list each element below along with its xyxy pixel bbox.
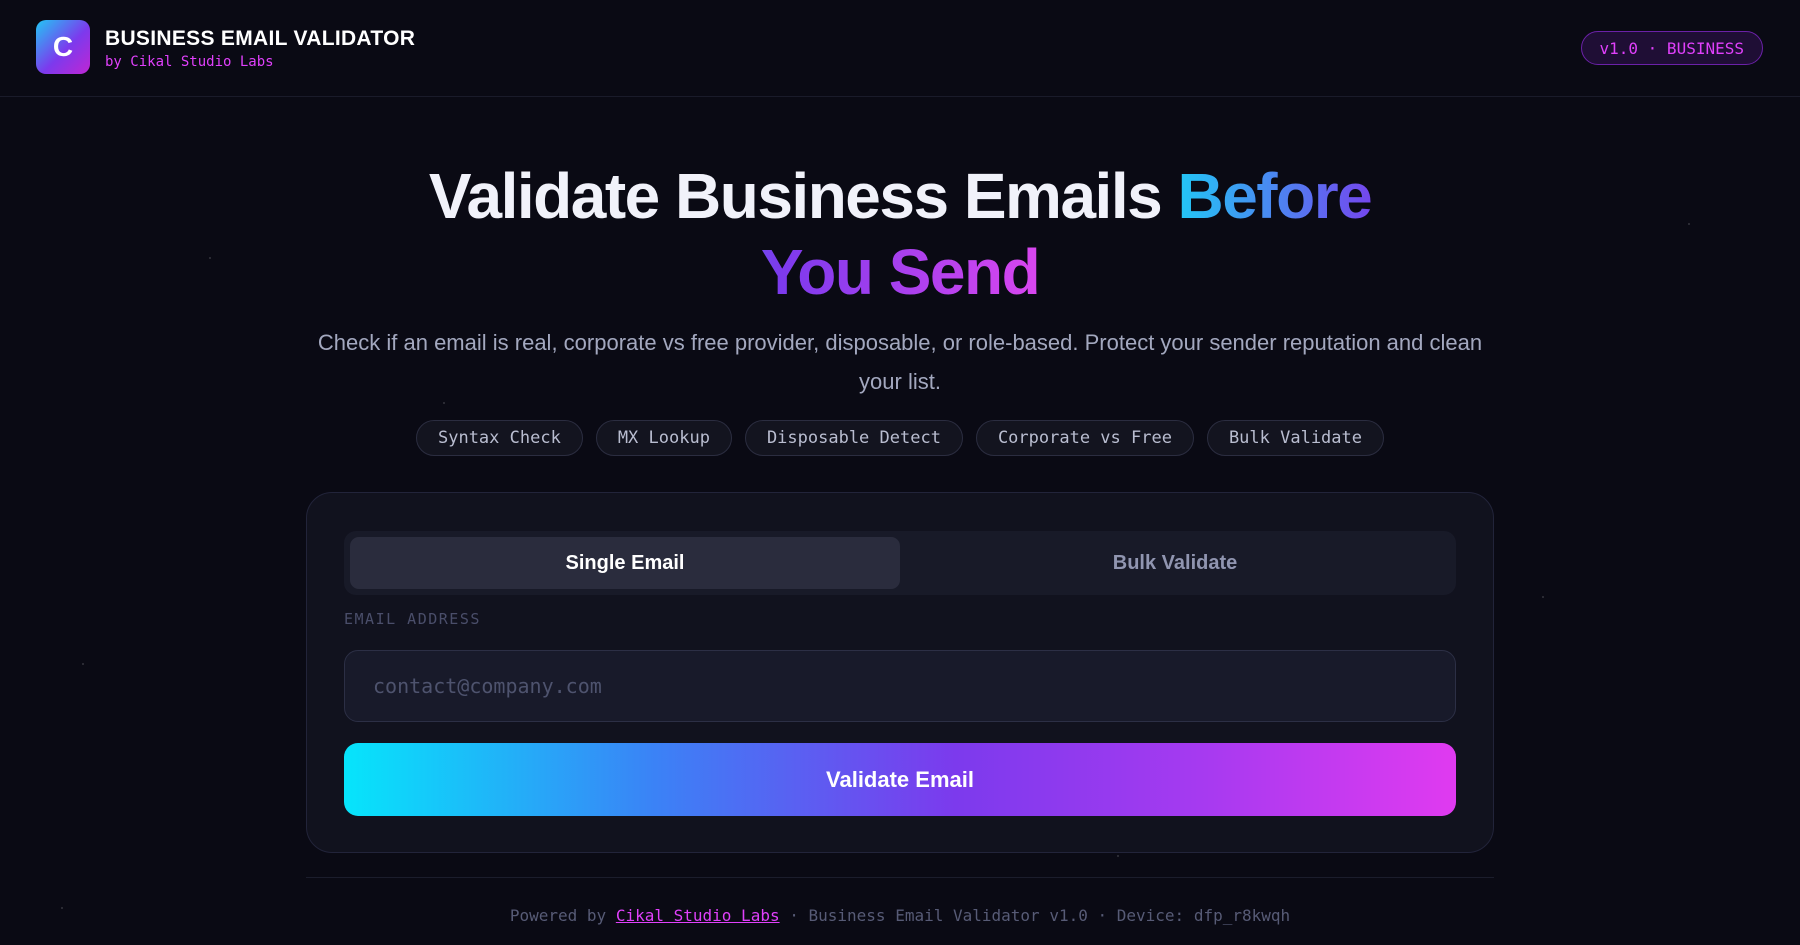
hero-title: Validate Business Emails Before You Send [0,158,1800,310]
feature-chip: Bulk Validate [1206,420,1384,456]
feature-chip: Disposable Detect [744,420,963,456]
tab-single-email[interactable]: Single Email [350,537,900,589]
footer-studio-link[interactable]: Cikal Studio Labs [616,906,780,925]
footer-divider [306,877,1494,878]
footer-suffix: · Business Email Validator v1.0 · Device… [789,906,1291,925]
brand-logo-icon[interactable]: C [36,20,90,74]
footer-prefix: Powered by [509,906,607,925]
feature-chip: Syntax Check [415,420,583,456]
feature-chip: MX Lookup [595,420,732,456]
hero-title-plain: Validate Business Emails [428,160,1163,232]
feature-chips: Syntax Check MX Lookup Disposable Detect… [0,420,1800,456]
email-field-label: EMAIL ADDRESS [344,610,481,628]
validate-email-button[interactable]: Validate Email [344,743,1456,816]
mode-tabs: Single Email Bulk Validate [344,531,1456,595]
validator-card: Single Email Bulk Validate EMAIL ADDRESS… [306,492,1494,853]
app-subtitle: by Cikal Studio Labs [105,54,274,70]
logo-letter: C [52,31,74,62]
email-field[interactable] [344,650,1456,722]
tab-bulk-validate[interactable]: Bulk Validate [900,537,1450,589]
app-title: BUSINESS EMAIL VALIDATOR [105,27,416,50]
feature-chip: Corporate vs Free [975,420,1194,456]
version-badge: v1.0 · BUSINESS [1580,31,1763,65]
app-header: C BUSINESS EMAIL VALIDATOR by Cikal Stud… [0,0,1800,97]
hero-subtitle: Check if an email is real, corporate vs … [317,330,1483,394]
page-footer: Powered by Cikal Studio Labs · Business … [0,906,1800,925]
